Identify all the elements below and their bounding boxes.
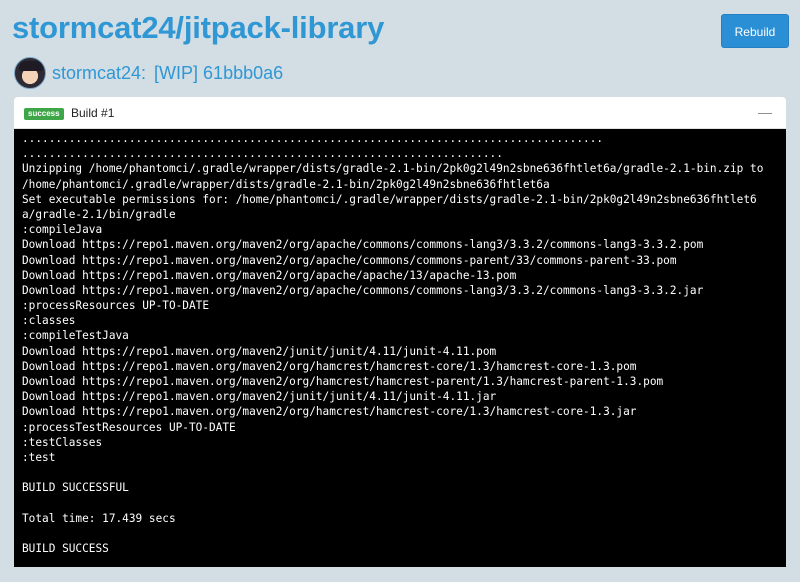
build-panel: success Build #1 — .....................… — [14, 97, 786, 567]
log-line: :test — [22, 450, 56, 464]
log-line: Set executable permissions for: /home/ph… — [22, 192, 757, 206]
log-line: /home/phantomci/.gradle/wrapper/dists/gr… — [22, 177, 550, 191]
log-line: ........................................… — [22, 132, 604, 145]
log-line: :compileJava — [22, 223, 103, 237]
repo-title[interactable]: stormcat24/jitpack-library — [12, 10, 384, 46]
commit-row: stormcat24: [WIP] 61bbb0a6 — [14, 56, 283, 90]
status-badge: success — [24, 108, 64, 120]
log-line: Download https://repo1.maven.org/maven2/… — [22, 238, 704, 252]
commit-author[interactable]: stormcat24: — [52, 63, 146, 84]
commit-message[interactable]: [WIP] 61bbb0a6 — [154, 63, 283, 84]
log-line: Download https://repo1.maven.org/maven2/… — [22, 390, 497, 404]
log-line: Download https://repo1.maven.org/maven2/… — [22, 268, 517, 282]
log-line: :classes — [22, 314, 76, 328]
avatar[interactable] — [14, 57, 46, 89]
log-line: Download https://repo1.maven.org/maven2/… — [22, 253, 677, 267]
log-line: a/gradle-2.1/bin/gradle — [22, 207, 176, 221]
log-line: Download https://repo1.maven.org/maven2/… — [22, 405, 637, 419]
log-line: Download https://repo1.maven.org/maven2/… — [22, 375, 664, 388]
collapse-button[interactable]: — — [758, 104, 772, 120]
build-panel-header[interactable]: success Build #1 — — [14, 97, 786, 129]
log-line: :compileTestJava — [22, 329, 129, 343]
log-line: Total time: 17.439 secs — [22, 511, 176, 525]
log-line: BUILD SUCCESS — [22, 542, 109, 556]
log-line: Download https://repo1.maven.org/maven2/… — [22, 359, 637, 373]
log-line: :testClasses — [22, 435, 103, 449]
log-line: Download https://repo1.maven.org/maven2/… — [22, 344, 497, 358]
log-line: Download https://repo1.maven.org/maven2/… — [22, 283, 704, 297]
log-line: :processResources UP-TO-DATE — [22, 299, 210, 313]
rebuild-button[interactable]: Rebuild — [721, 14, 789, 48]
log-line: ........................................… — [22, 147, 503, 161]
log-line: BUILD SUCCESSFUL — [22, 481, 129, 495]
build-label: Build #1 — [71, 106, 115, 120]
log-line: :processTestResources UP-TO-DATE — [22, 420, 236, 434]
build-log[interactable]: ........................................… — [14, 129, 786, 567]
log-line: Unzipping /home/phantomci/.gradle/wrappe… — [22, 162, 764, 176]
